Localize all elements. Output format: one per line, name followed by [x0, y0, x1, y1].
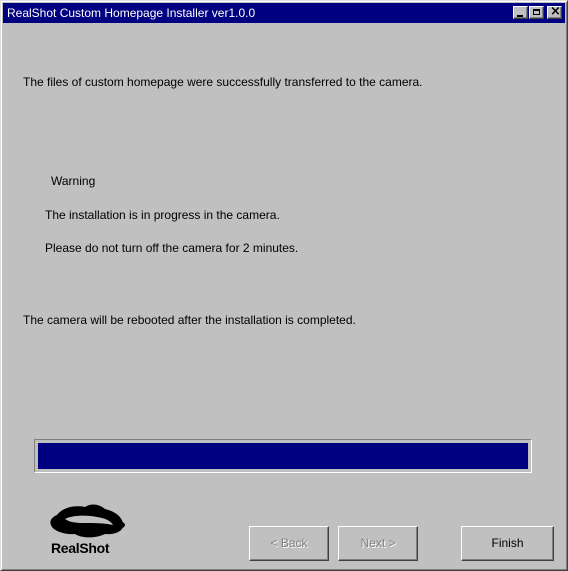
progress-bar — [34, 439, 532, 473]
reboot-notice: The camera will be rebooted after the in… — [23, 313, 356, 327]
minimize-icon — [517, 15, 523, 17]
title-bar[interactable]: RealShot Custom Homepage Installer ver1.… — [3, 3, 565, 23]
back-button[interactable]: < Back — [249, 526, 329, 561]
maximize-icon — [533, 9, 540, 15]
maximize-button[interactable] — [529, 6, 544, 19]
installer-window: RealShot Custom Homepage Installer ver1.… — [0, 0, 568, 571]
progress-fill — [38, 443, 528, 469]
finish-button[interactable]: Finish — [461, 526, 554, 561]
warning-heading: Warning — [51, 174, 96, 188]
installing-message: The installation is in progress in the c… — [45, 208, 280, 222]
success-message: The files of custom homepage were succes… — [23, 75, 423, 89]
close-icon: × — [550, 4, 561, 19]
close-button[interactable]: × — [547, 4, 562, 19]
power-warning-message: Please do not turn off the camera for 2 … — [45, 241, 299, 255]
minimize-button[interactable] — [513, 6, 528, 19]
next-button[interactable]: Next > — [338, 526, 418, 561]
logo-text: RealShot — [51, 540, 110, 556]
window-title: RealShot Custom Homepage Installer ver1.… — [7, 6, 256, 20]
